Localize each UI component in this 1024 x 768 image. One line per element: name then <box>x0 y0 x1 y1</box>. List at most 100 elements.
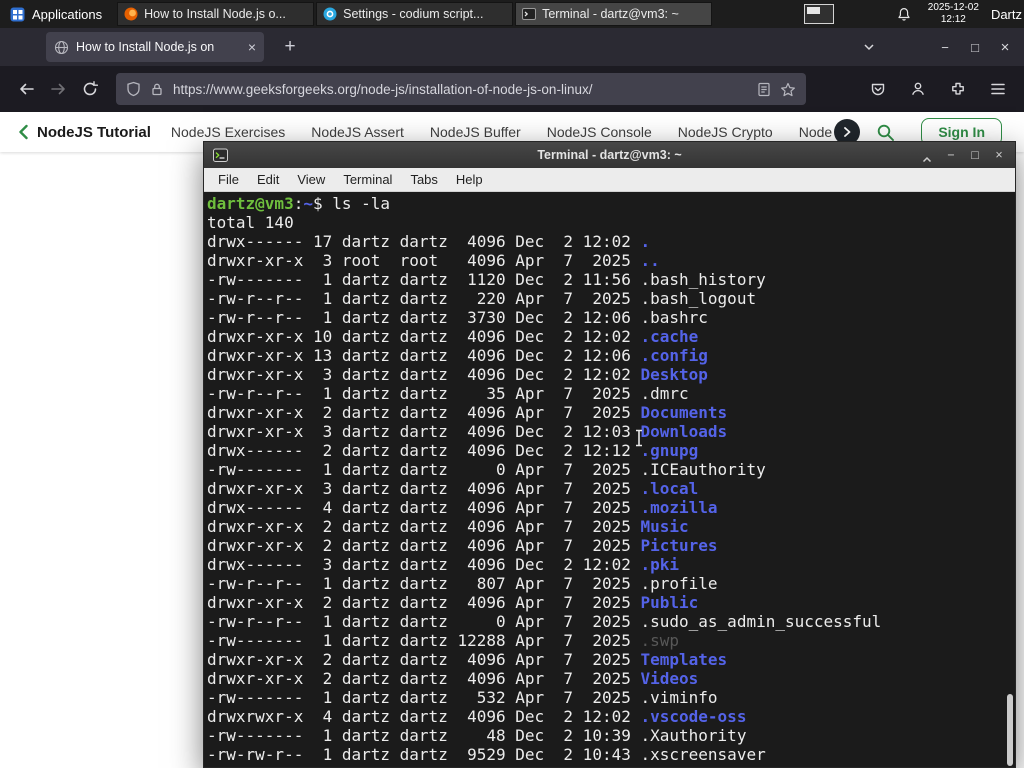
terminal-output-line: drwx------ 4 dartz dartz 4096 Apr 7 2025… <box>207 498 718 517</box>
top-panel: Applications How to Install Node.js o...… <box>0 0 1024 28</box>
site-nav-item[interactable]: NodeJS Exercises <box>171 124 285 140</box>
terminal-minimize-button[interactable]: − <box>944 142 958 168</box>
terminal-close-button[interactable]: × <box>992 142 1006 168</box>
terminal-output-line: drwxr-xr-x 2 dartz dartz 4096 Apr 7 2025… <box>207 593 699 612</box>
site-nav-items: NodeJS Exercises NodeJS Assert NodeJS Buff… <box>171 124 832 140</box>
terminal-output-line: drwxr-xr-x 13 dartz dartz 4096 Dec 2 12:… <box>207 346 708 365</box>
taskbar-button-terminal[interactable]: Terminal - dartz@vm3: ~ <box>515 2 713 26</box>
terminal-maximize-button[interactable]: □ <box>968 142 982 168</box>
tab-close-button[interactable]: × <box>248 39 256 55</box>
terminal-output-line: -rw-r--r-- 1 dartz dartz 35 Apr 7 2025 .… <box>207 384 689 403</box>
terminal-scrollbar-thumb[interactable] <box>1007 694 1013 766</box>
terminal-output-line: drwxr-xr-x 2 dartz dartz 4096 Apr 7 2025… <box>207 650 728 669</box>
terminal-prompt-line: dartz@vm3:~$ ls -la <box>207 194 391 213</box>
terminal-window: Terminal - dartz@vm3: ~ − □ × File Edit Vi… <box>203 141 1016 768</box>
terminal-output-line: drwxr-xr-x 2 dartz dartz 4096 Apr 7 2025… <box>207 536 718 555</box>
terminal-output-line: drwxr-xr-x 3 dartz dartz 4096 Apr 7 2025… <box>207 479 699 498</box>
nav-chevron-left-icon[interactable] <box>18 124 29 140</box>
terminal-output-line: drwx------ 2 dartz dartz 4096 Dec 2 12:1… <box>207 441 699 460</box>
terminal-output-line: -rw------- 1 dartz dartz 1120 Dec 2 11:5… <box>207 270 766 289</box>
terminal-output-line: -rw------- 1 dartz dartz 12288 Apr 7 202… <box>207 631 680 650</box>
terminal-icon <box>522 7 537 21</box>
account-icon[interactable] <box>902 73 934 105</box>
site-nav-item[interactable]: NodeJS DNS <box>799 124 833 140</box>
terminal-menu-view[interactable]: View <box>288 172 334 187</box>
terminal-menubar: File Edit View Terminal Tabs Help <box>204 168 1015 192</box>
pocket-icon[interactable] <box>862 73 894 105</box>
lock-icon[interactable] <box>150 82 164 97</box>
terminal-menu-tabs[interactable]: Tabs <box>401 172 446 187</box>
taskbar-button-browser[interactable]: How to Install Node.js o... <box>117 2 315 26</box>
reload-button[interactable] <box>74 73 106 105</box>
back-button[interactable] <box>10 73 42 105</box>
clock-date: 2025-12-02 <box>927 2 979 13</box>
terminal-output-line: drwxr-xr-x 3 dartz dartz 4096 Dec 2 12:0… <box>207 422 728 441</box>
user-menu[interactable]: Dartz <box>991 7 1022 22</box>
terminal-scrollbar[interactable] <box>1005 192 1015 767</box>
url-bar[interactable]: https://www.geeksforgeeks.org/node-js/in… <box>116 73 806 105</box>
site-nav-active-item[interactable]: NodeJS Tutorial <box>37 124 151 141</box>
terminal-menu-file[interactable]: File <box>209 172 248 187</box>
tab-list-button[interactable] <box>854 43 884 51</box>
terminal-output-line: drwxr-xr-x 2 dartz dartz 4096 Apr 7 2025… <box>207 517 689 536</box>
clock[interactable]: 2025-12-02 12:12 <box>928 2 979 26</box>
terminal-output-line: -rw------- 1 dartz dartz 532 Apr 7 2025 … <box>207 688 718 707</box>
workspace-window-thumb <box>806 7 820 14</box>
terminal-menu-edit[interactable]: Edit <box>248 172 288 187</box>
window-minimize-button[interactable]: − <box>930 40 960 55</box>
terminal-total-line: total 140 <box>207 213 294 232</box>
terminal-app-icon <box>213 148 228 163</box>
site-nav-item[interactable]: NodeJS Assert <box>311 124 404 140</box>
extensions-icon[interactable] <box>942 73 974 105</box>
url-text: https://www.geeksforgeeks.org/node-js/in… <box>173 81 593 97</box>
workspace-switcher[interactable] <box>803 4 834 24</box>
bookmark-star-icon[interactable] <box>780 82 796 97</box>
terminal-output-line: drwxr-xr-x 10 dartz dartz 4096 Dec 2 12:… <box>207 327 699 346</box>
terminal-menu-terminal[interactable]: Terminal <box>334 172 401 187</box>
applications-label: Applications <box>32 6 103 22</box>
terminal-shade-button[interactable] <box>920 147 934 163</box>
terminal-output-line: -rw------- 1 dartz dartz 0 Apr 7 2025 .I… <box>207 460 766 479</box>
taskbar: How to Install Node.js o... Settings - c… <box>116 0 713 28</box>
applications-icon <box>10 7 25 22</box>
menu-hamburger-icon[interactable] <box>982 73 1014 105</box>
terminal-output-line: drwxr-xr-x 2 dartz dartz 4096 Apr 7 2025… <box>207 669 699 688</box>
forward-button[interactable] <box>42 73 74 105</box>
terminal-output-line: drwxr-xr-x 3 dartz dartz 4096 Dec 2 12:0… <box>207 365 708 384</box>
taskbar-button-settings[interactable]: Settings - codium script... <box>316 2 514 26</box>
terminal-title: Terminal - dartz@vm3: ~ <box>537 148 682 162</box>
terminal-output-line: drwxr-xr-x 2 dartz dartz 4096 Apr 7 2025… <box>207 403 728 422</box>
tab-title: How to Install Node.js on <box>76 40 215 54</box>
terminal-output-line: -rw-r--r-- 1 dartz dartz 3730 Dec 2 12:0… <box>207 308 708 327</box>
notification-bell-icon[interactable] <box>896 6 912 22</box>
terminal-output-line: -rw-r--r-- 1 dartz dartz 807 Apr 7 2025 … <box>207 574 718 593</box>
new-tab-button[interactable]: + <box>276 36 304 58</box>
terminal-output-line: -rw-r--r-- 1 dartz dartz 0 Apr 7 2025 .s… <box>207 612 882 631</box>
page-favicon <box>54 40 69 55</box>
tracking-shield-icon[interactable] <box>126 81 141 97</box>
terminal-output-line: -rw------- 1 dartz dartz 48 Dec 2 10:39 … <box>207 726 747 745</box>
applications-menu[interactable]: Applications <box>0 0 112 28</box>
reader-mode-icon[interactable] <box>757 82 771 97</box>
tab-strip: How to Install Node.js on × + − □ × <box>0 28 1024 66</box>
search-icon[interactable] <box>876 123 895 142</box>
clock-time: 12:12 <box>940 14 966 25</box>
site-nav-item[interactable]: NodeJS Console <box>547 124 652 140</box>
terminal-menu-help[interactable]: Help <box>447 172 492 187</box>
terminal-output-line: drwxrwxr-x 4 dartz dartz 4096 Dec 2 12:0… <box>207 707 747 726</box>
site-nav-item[interactable]: NodeJS Buffer <box>430 124 521 140</box>
terminal-output-line: drwx------ 3 dartz dartz 4096 Dec 2 12:0… <box>207 555 680 574</box>
terminal-titlebar[interactable]: Terminal - dartz@vm3: ~ − □ × <box>204 142 1015 168</box>
window-close-button[interactable]: × <box>990 39 1020 56</box>
window-maximize-button[interactable]: □ <box>960 40 990 55</box>
settings-icon <box>323 7 337 21</box>
browser-toolbar: https://www.geeksforgeeks.org/node-js/in… <box>0 66 1024 112</box>
terminal-output-line: drwx------ 17 dartz dartz 4096 Dec 2 12:… <box>207 232 651 251</box>
terminal-output-line: drwxr-xr-x 3 root root 4096 Apr 7 2025 .… <box>207 251 660 270</box>
terminal-output[interactable]: dartz@vm3:~$ ls -la total 140 drwx------… <box>204 192 1015 767</box>
terminal-output-line: -rw-r--r-- 1 dartz dartz 220 Apr 7 2025 … <box>207 289 757 308</box>
terminal-output-line: -rw-rw-r-- 1 dartz dartz 9529 Dec 2 10:4… <box>207 745 766 764</box>
browser-tab[interactable]: How to Install Node.js on × <box>46 32 264 62</box>
site-nav-item[interactable]: NodeJS Crypto <box>678 124 773 140</box>
firefox-icon <box>124 7 138 21</box>
